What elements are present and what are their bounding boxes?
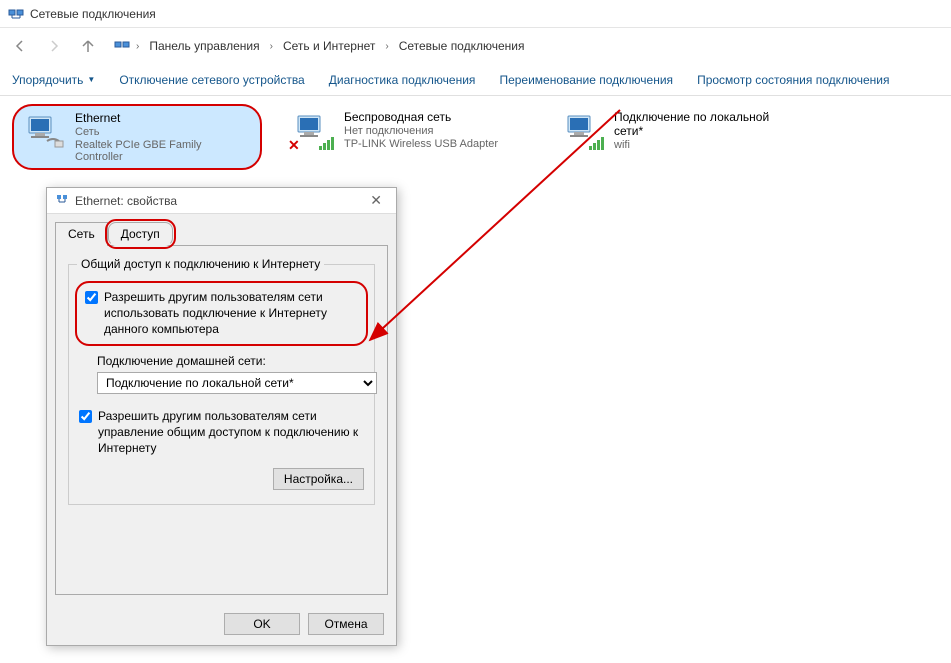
sharing-fieldset: Общий доступ к подключению к Интернету Р… [68, 264, 375, 505]
connection-device: wifi [614, 139, 792, 151]
home-connection-select[interactable]: Подключение по локальной сети* [97, 372, 377, 394]
dialog-icon [55, 192, 69, 209]
cancel-button[interactable]: Отмена [308, 613, 384, 635]
connection-status: Нет подключения [344, 125, 498, 137]
allow-control-label: Разрешить другим пользователям сети упра… [98, 408, 364, 457]
rename-button[interactable]: Переименование подключения [499, 73, 673, 87]
organize-menu[interactable]: Упорядочить ▼ [12, 73, 95, 87]
connection-name: Беспроводная сеть [344, 110, 498, 124]
dialog-titlebar[interactable]: Ethernet: свойства ✕ [47, 188, 396, 214]
wireless-icon: ✕ [292, 110, 334, 152]
dialog-body: Общий доступ к подключению к Интернету Р… [55, 245, 388, 595]
connection-wireless[interactable]: ✕ Беспроводная сеть Нет подключения TP-L… [282, 104, 532, 158]
allow-sharing-checkbox[interactable] [85, 291, 98, 304]
up-button[interactable] [74, 32, 102, 60]
breadcrumb-root[interactable]: Панель управления [145, 37, 263, 55]
window-titlebar: Сетевые подключения [0, 0, 951, 28]
ok-button[interactable]: OK [224, 613, 300, 635]
local-icon [562, 110, 604, 152]
chevron-down-icon: ▼ [87, 75, 95, 84]
nav-bar: › Панель управления › Сеть и Интернет › … [0, 28, 951, 64]
allow-sharing-label: Разрешить другим пользователям сети испо… [104, 289, 358, 338]
allow-sharing-checkbox-row[interactable]: Разрешить другим пользователям сети испо… [75, 281, 368, 346]
close-button[interactable]: ✕ [364, 192, 388, 209]
connection-local[interactable]: Подключение по локальной сети* wifi [552, 104, 802, 158]
forward-button[interactable] [40, 32, 68, 60]
connection-status: Сеть [75, 126, 251, 138]
window-title: Сетевые подключения [30, 7, 156, 21]
breadcrumb-leaf[interactable]: Сетевые подключения [395, 37, 529, 55]
view-status-button[interactable]: Просмотр состояния подключения [697, 73, 889, 87]
connection-name: Ethernet [75, 111, 251, 125]
connections-list: Ethernet Сеть Realtek PCIe GBE Family Co… [0, 96, 951, 178]
ethernet-icon [23, 111, 65, 153]
fieldset-legend: Общий доступ к подключению к Интернету [77, 257, 324, 271]
dialog-footer: OK Отмена [47, 603, 396, 645]
dialog-tabs: Сеть Доступ [47, 214, 396, 245]
app-icon [8, 6, 24, 22]
connection-ethernet[interactable]: Ethernet Сеть Realtek PCIe GBE Family Co… [12, 104, 262, 170]
chevron-right-icon[interactable]: › [383, 41, 390, 52]
tab-sharing[interactable]: Доступ [108, 222, 173, 246]
settings-button[interactable]: Настройка... [273, 468, 364, 490]
allow-control-checkbox-row[interactable]: Разрешить другим пользователям сети упра… [79, 408, 364, 457]
diagnose-button[interactable]: Диагностика подключения [329, 73, 476, 87]
back-button[interactable] [6, 32, 34, 60]
tab-network[interactable]: Сеть [55, 222, 108, 246]
connection-device: Realtek PCIe GBE Family Controller [75, 139, 251, 163]
disable-device-button[interactable]: Отключение сетевого устройства [119, 73, 304, 87]
allow-control-checkbox[interactable] [79, 410, 92, 423]
toolbar: Упорядочить ▼ Отключение сетевого устрой… [0, 64, 951, 96]
breadcrumb-mid[interactable]: Сеть и Интернет [279, 37, 379, 55]
connection-device: TP-LINK Wireless USB Adapter [344, 138, 498, 150]
connection-name: Подключение по локальной сети* [614, 110, 792, 138]
dialog-title: Ethernet: свойства [75, 194, 358, 208]
chevron-right-icon[interactable]: › [268, 41, 275, 52]
breadcrumb[interactable]: › Панель управления › Сеть и Интернет › … [108, 34, 945, 58]
disconnected-icon: ✕ [288, 137, 300, 154]
home-connection-label: Подключение домашней сети: [97, 354, 364, 368]
organize-label: Упорядочить [12, 73, 83, 87]
chevron-right-icon[interactable]: › [134, 41, 141, 52]
location-icon [114, 38, 130, 54]
properties-dialog: Ethernet: свойства ✕ Сеть Доступ Общий д… [46, 187, 397, 646]
